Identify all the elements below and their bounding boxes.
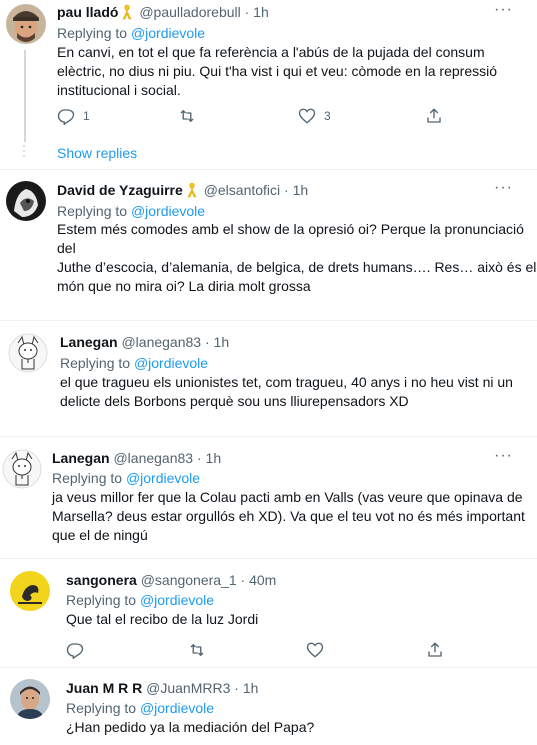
replying-to: Replying to @jordievole (66, 592, 215, 608)
retweet-button[interactable] (187, 640, 207, 660)
replying-to: Replying to @jordievole (57, 203, 206, 219)
replying-to: Replying to @jordievole (66, 700, 215, 716)
retweet-icon (190, 644, 204, 656)
tweet-header: Juan M R R @JuanMRR3 · 1h (66, 679, 258, 697)
avatar[interactable] (2, 449, 42, 489)
tweet-text: ¿Han pedido ya la mediación del Papa? (66, 719, 315, 735)
mention-link[interactable]: @jordievole (131, 25, 205, 41)
user-name[interactable]: David de Yzaguirre (57, 182, 183, 198)
tweet-card[interactable]: pau lladó @paulladorebull · 1h ··· Reply… (0, 0, 537, 170)
yellow-ribbon-icon (186, 182, 198, 202)
tweet-time[interactable]: · 1h (205, 334, 229, 350)
reply-icon (57, 109, 75, 125)
tweet-time[interactable]: · 1h (197, 450, 221, 466)
mention-link[interactable]: @jordievole (140, 592, 214, 608)
reply-count: 1 (83, 109, 90, 123)
tweet-header: David de Yzaguirre @elsantofici · 1h (57, 181, 308, 202)
replying-to: Replying to @jordievole (52, 470, 201, 486)
share-button[interactable] (426, 640, 444, 660)
user-name[interactable]: sangonera (66, 572, 137, 588)
tweet-actions (66, 640, 466, 660)
user-name[interactable]: Juan M R R (66, 680, 142, 696)
retweet-button[interactable] (177, 106, 197, 126)
mention-link[interactable]: @jordievole (140, 700, 214, 716)
avatar[interactable] (8, 333, 48, 373)
like-count: 3 (324, 109, 331, 123)
more-dots-icon[interactable]: ··· (494, 2, 513, 18)
avatar[interactable] (10, 571, 50, 611)
like-button[interactable] (306, 640, 324, 660)
user-name[interactable]: Lanegan (52, 450, 110, 466)
tweet-card[interactable]: Lanegan @lanegan83 · 1h ··· Replying to … (0, 437, 537, 558)
user-handle[interactable]: @elsantofici (204, 182, 280, 198)
reply-button[interactable]: 1 (57, 106, 90, 126)
tweet-text: el que tragueu els unionistes tet, com t… (60, 374, 513, 409)
heart-icon (298, 108, 316, 124)
tweet-card[interactable]: David de Yzaguirre @elsantofici · 1h ···… (0, 170, 537, 320)
user-handle[interactable]: @lanegan83 (121, 334, 201, 350)
more-dots-icon[interactable]: ··· (494, 180, 513, 196)
share-icon (428, 642, 442, 657)
like-button[interactable]: 3 (298, 106, 331, 126)
thread-dots (22, 145, 26, 157)
mention-link[interactable]: @jordievole (126, 470, 200, 486)
share-icon (427, 108, 441, 123)
user-handle[interactable]: @paulladorebull (139, 4, 240, 20)
avatar[interactable] (6, 181, 46, 221)
mention-link[interactable]: @jordievole (134, 355, 208, 371)
tweet-time[interactable]: · 1h (284, 182, 308, 198)
retweet-icon (180, 110, 194, 122)
tweet-card[interactable]: Lanegan @lanegan83 · 1h Replying to @jor… (0, 321, 537, 436)
replying-to: Replying to @jordievole (57, 25, 206, 41)
reply-button[interactable] (66, 640, 84, 660)
heart-icon (306, 642, 324, 658)
tweet-text: En canvi, en tot el que fa referència a … (57, 44, 498, 98)
share-button[interactable] (425, 106, 443, 126)
tweet-time[interactable]: · 1h (234, 680, 258, 696)
tweet-card[interactable]: Juan M R R @JuanMRR3 · 1h Replying to @j… (0, 668, 537, 745)
avatar[interactable] (6, 4, 46, 44)
tweet-header: sangonera @sangonera_1 · 40m (66, 571, 276, 589)
user-name[interactable]: pau lladó (57, 4, 118, 20)
tweet-actions: 1 3 (57, 106, 457, 126)
tweet-card[interactable]: sangonera @sangonera_1 · 40m Replying to… (0, 559, 537, 668)
avatar[interactable] (10, 679, 50, 719)
user-handle[interactable]: @JuanMRR3 (146, 680, 230, 696)
tweet-text: ja veus millor fer que la Colau pacti am… (52, 489, 525, 543)
show-replies-link[interactable]: Show replies (57, 145, 137, 161)
tweet-text: Que tal el recibo de la luz Jordi (66, 611, 259, 627)
user-handle[interactable]: @lanegan83 (113, 450, 193, 466)
user-handle[interactable]: @sangonera_1 (141, 572, 237, 588)
tweet-header: Lanegan @lanegan83 · 1h (60, 333, 229, 351)
thread-line (24, 50, 26, 142)
mention-link[interactable]: @jordievole (131, 203, 205, 219)
reply-icon (66, 643, 84, 659)
replying-to: Replying to @jordievole (60, 355, 209, 371)
tweet-time[interactable]: · 1h (245, 4, 269, 20)
tweet-time[interactable]: · 40m (241, 572, 277, 588)
yellow-ribbon-icon (121, 4, 133, 24)
tweet-header: Lanegan @lanegan83 · 1h (52, 449, 221, 467)
tweet-header: pau lladó @paulladorebull · 1h (57, 3, 269, 24)
more-dots-icon[interactable]: ··· (494, 448, 513, 464)
tweet-text: Estem més comodes amb el show de la opre… (57, 221, 537, 294)
user-name[interactable]: Lanegan (60, 334, 118, 350)
